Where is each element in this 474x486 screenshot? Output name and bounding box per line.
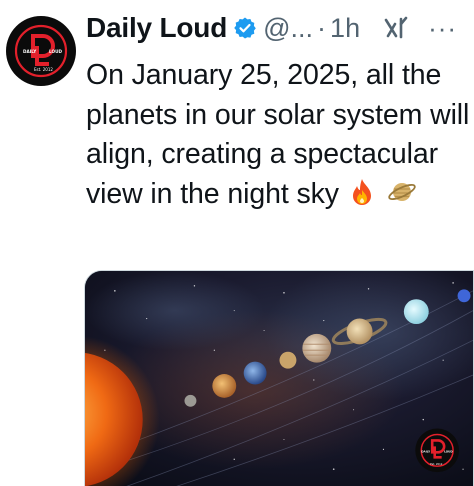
grok-icon[interactable] (382, 14, 410, 42)
author-handle[interactable]: @... (263, 13, 313, 44)
author-name[interactable]: Daily Loud (86, 12, 227, 44)
daily-loud-watermark-logo: DAILY LOUD Est. 2012 (415, 428, 460, 473)
daily-loud-logo: DAILY LOUD Est. 2012 (7, 17, 75, 85)
tweet-timestamp[interactable]: 1h (330, 13, 360, 44)
watermark-left-text: DAILY (421, 449, 431, 453)
verified-badge-icon[interactable] (233, 16, 257, 40)
tweet-text: On January 25, 2025, all the planets in … (86, 56, 474, 214)
watermark-right-text: LOUD (444, 449, 453, 453)
author-avatar[interactable]: DAILY LOUD Est. 2012 (6, 16, 76, 86)
ringed-planet-icon (388, 182, 416, 201)
logo-right-text: LOUD (49, 49, 62, 54)
logo-left-text: DAILY (23, 49, 37, 54)
logo-bottom-text: Est. 2012 (34, 67, 53, 72)
separator-dot: · (317, 12, 327, 43)
tweet-header: Daily Loud @... · 1h ··· (86, 10, 472, 46)
tweet-media-image[interactable]: DAILY LOUD Est. 2012 (84, 270, 474, 486)
more-options-icon[interactable]: ··· (428, 15, 457, 41)
emoji-group (347, 177, 417, 207)
watermark-bottom-text: Est. 2012 (430, 462, 443, 466)
fire-icon (352, 178, 371, 205)
solar-system-image: DAILY LOUD Est. 2012 (85, 271, 473, 486)
